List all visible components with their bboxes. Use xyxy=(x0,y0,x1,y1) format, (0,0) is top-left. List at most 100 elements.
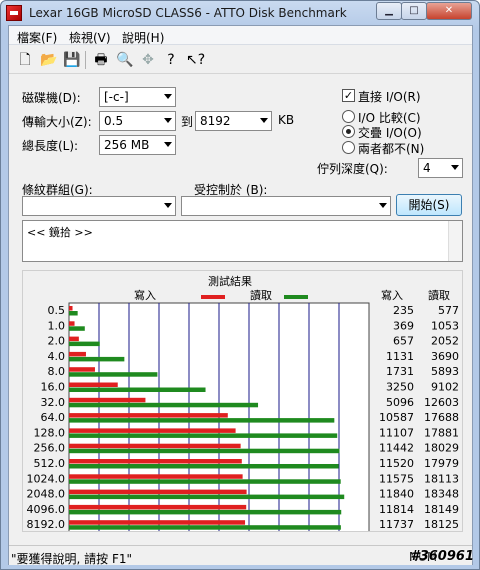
read-value: 18125 xyxy=(424,518,459,531)
write-bar xyxy=(69,306,73,311)
write-bar xyxy=(69,520,246,525)
drive-select[interactable]: [-c-] xyxy=(99,87,176,107)
legend-write-label: 寫入 xyxy=(134,288,156,302)
results-panel: 測試結果寫入讀取寫入讀取02468101214161820傳輸速率 - MB /… xyxy=(22,270,463,564)
queue-depth-label: 佇列深度(Q): xyxy=(317,162,388,176)
total-length-label: 總長度(L): xyxy=(22,139,79,153)
read-bar xyxy=(69,311,78,316)
chart-title: 測試結果 xyxy=(208,274,252,288)
maximize-button[interactable]: □ xyxy=(401,2,427,20)
description-text: << 鏡拾 >> xyxy=(27,226,93,239)
new-file-icon[interactable]: 🗋 xyxy=(17,52,33,68)
write-bar xyxy=(69,367,95,372)
y-tick-label: 1024.0 xyxy=(27,472,66,485)
column-header-read: 讀取 xyxy=(428,288,450,302)
write-value: 5096 xyxy=(386,396,414,409)
io-compare-radio[interactable] xyxy=(342,110,355,123)
transfer-from-select[interactable]: 0.5 xyxy=(99,111,176,131)
save-icon[interactable]: 💾 xyxy=(63,52,80,68)
write-value: 10587 xyxy=(379,411,414,424)
queue-depth-value: 4 xyxy=(423,161,431,175)
write-value: 11840 xyxy=(379,488,414,501)
queue-depth-select[interactable]: 4 xyxy=(418,158,463,178)
legend-read-label: 讀取 xyxy=(250,288,272,302)
write-value: 657 xyxy=(393,335,414,348)
read-value: 12603 xyxy=(424,396,459,409)
description-scrollbar[interactable] xyxy=(448,221,462,261)
total-length-value: 256 MB xyxy=(104,138,150,152)
legend-read-swatch xyxy=(284,295,308,299)
read-value: 18348 xyxy=(424,488,459,501)
watermark-text: #360961 xyxy=(410,549,474,564)
drive-value: [-c-] xyxy=(104,90,129,104)
write-bar xyxy=(69,459,242,464)
write-bar xyxy=(69,397,146,403)
write-bar xyxy=(69,504,247,510)
menu-file[interactable]: 檔案(F) xyxy=(17,29,57,46)
pattern-select[interactable] xyxy=(22,196,176,216)
print-preview-icon[interactable]: 🔍 xyxy=(116,52,133,68)
neither-label: 兩者都不(N) xyxy=(358,142,425,156)
write-value: 11107 xyxy=(379,426,414,439)
start-button[interactable]: 開始(S) xyxy=(396,194,462,216)
read-value: 3690 xyxy=(431,350,459,363)
chevron-down-icon xyxy=(164,203,172,208)
description-textarea[interactable]: << 鏡拾 >> xyxy=(22,220,463,262)
status-bar: "要獲得說明, 請按 F1" NUM xyxy=(9,545,472,566)
direct-io-checkbox[interactable]: ✓ xyxy=(342,89,355,102)
menu-view[interactable]: 檢視(V) xyxy=(69,29,111,46)
write-bar xyxy=(69,428,236,433)
write-bar xyxy=(69,474,243,479)
write-value: 1731 xyxy=(386,365,414,378)
read-value: 17688 xyxy=(424,411,459,424)
y-tick-label: 2048.0 xyxy=(27,488,66,501)
chevron-down-icon xyxy=(451,165,459,170)
toolbar: 🗋 📂 💾 🖶 🔍 ✥ ? ↖? xyxy=(9,46,472,74)
read-bar xyxy=(69,525,341,530)
read-bar xyxy=(69,387,206,392)
y-tick-label: 8192.0 xyxy=(27,518,66,531)
y-tick-label: 16.0 xyxy=(41,381,66,394)
context-help-icon[interactable]: ↖? xyxy=(186,52,205,68)
read-value: 577 xyxy=(438,304,459,317)
read-bar xyxy=(69,372,158,377)
read-bar xyxy=(69,509,342,515)
minimize-button[interactable]: ▁ xyxy=(376,2,402,20)
y-tick-label: 8.0 xyxy=(48,365,66,378)
controlled-by-select[interactable] xyxy=(181,196,391,216)
write-bar xyxy=(69,489,247,495)
move-icon[interactable]: ✥ xyxy=(140,52,156,68)
app-window: Lexar 16GB MicroSD CLASS6 - ATTO Disk Be… xyxy=(0,0,480,570)
overlapped-io-radio[interactable] xyxy=(342,125,355,138)
write-bar xyxy=(69,382,118,387)
write-value: 1131 xyxy=(386,350,414,363)
write-bar xyxy=(69,351,86,357)
transfer-to-select[interactable]: 8192 xyxy=(195,111,272,131)
help-icon[interactable]: ? xyxy=(163,52,179,68)
read-value: 17979 xyxy=(424,457,459,470)
transfer-from-value: 0.5 xyxy=(104,114,124,128)
write-value: 11520 xyxy=(379,457,414,470)
write-value: 11737 xyxy=(379,518,414,531)
title-bar[interactable]: Lexar 16GB MicroSD CLASS6 - ATTO Disk Be… xyxy=(1,1,479,25)
read-value: 18029 xyxy=(424,442,459,455)
chevron-down-icon xyxy=(164,94,172,99)
read-value: 1053 xyxy=(431,319,459,332)
results-chart: 測試結果寫入讀取寫入讀取02468101214161820傳輸速率 - MB /… xyxy=(27,274,460,564)
menu-help[interactable]: 說明(H) xyxy=(122,29,164,46)
neither-radio[interactable] xyxy=(342,141,355,154)
status-text: "要獲得說明, 請按 F1" xyxy=(11,552,133,566)
read-bar xyxy=(69,341,100,347)
read-bar xyxy=(69,402,259,408)
write-value: 11442 xyxy=(379,442,414,455)
close-button[interactable]: ✕ xyxy=(426,2,472,20)
read-value: 18149 xyxy=(424,503,459,516)
print-icon[interactable]: 🖶 xyxy=(93,52,109,68)
chevron-down-icon xyxy=(164,118,172,123)
menu-bar: 檔案(F) 檢視(V) 說明(H) xyxy=(9,26,472,45)
y-tick-label: 64.0 xyxy=(41,411,66,424)
y-tick-label: 256.0 xyxy=(34,442,66,455)
open-folder-icon[interactable]: 📂 xyxy=(40,52,57,68)
read-bar xyxy=(69,356,125,362)
total-length-select[interactable]: 256 MB xyxy=(99,135,176,155)
